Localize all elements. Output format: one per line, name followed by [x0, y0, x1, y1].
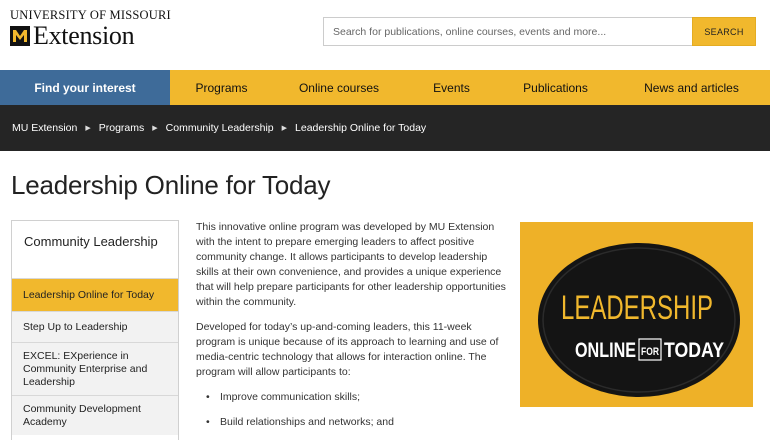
program-paragraph: Developed for today’s up-and-coming lead… — [196, 321, 499, 378]
promo-line-today: TODAY — [664, 339, 724, 362]
promo-line-leadership: LEADERSHIP — [561, 289, 713, 327]
breadcrumb-mu-extension[interactable]: MU Extension — [12, 122, 77, 134]
sidebar-item-leadership-online[interactable]: Leadership Online for Today — [12, 278, 178, 311]
promo-line-for: FOR — [641, 346, 659, 358]
sidebar-item-community-development[interactable]: Community Development Academy — [12, 395, 178, 435]
benefits-list: Improve communication skills; Build rela… — [196, 390, 510, 430]
list-item: Build relationships and networks; and — [196, 415, 510, 430]
main-nav: Find your interest Programs Online cours… — [0, 70, 770, 105]
breadcrumb: MU Extension ▶ Programs ▶ Community Lead… — [0, 105, 770, 151]
list-item: Improve communication skills; — [196, 390, 510, 405]
nav-events[interactable]: Events — [405, 70, 498, 105]
breadcrumb-current-page: Leadership Online for Today — [295, 122, 427, 134]
mu-extension-logo[interactable]: UNIVERSITY OF MISSOURI Extension — [10, 8, 171, 52]
mizzou-m-icon — [10, 26, 30, 46]
leadership-online-promo-image: LEADERSHIP ONLINE FOR TODAY — [520, 222, 753, 407]
nav-programs[interactable]: Programs — [170, 70, 273, 105]
breadcrumb-separator-icon: ▶ — [152, 125, 158, 132]
breadcrumb-separator-icon: ▶ — [85, 125, 91, 132]
nav-publications[interactable]: Publications — [498, 70, 613, 105]
intro-paragraph: This innovative online program was devel… — [196, 221, 506, 308]
site-header: UNIVERSITY OF MISSOURI Extension SEARCH — [0, 0, 770, 70]
search-input[interactable] — [324, 18, 693, 45]
breadcrumb-programs[interactable]: Programs — [99, 122, 145, 134]
promo-line-online: ONLINE — [575, 339, 636, 362]
sidebar-item-step-up[interactable]: Step Up to Leadership — [12, 311, 178, 342]
nav-news-and-articles[interactable]: News and articles — [613, 70, 770, 105]
logo-extension-text: Extension — [33, 21, 135, 50]
nav-online-courses[interactable]: Online courses — [273, 70, 405, 105]
sidebar-nav: Community Leadership Leadership Online f… — [11, 220, 179, 440]
search-box — [323, 17, 693, 46]
search-button[interactable]: SEARCH — [692, 17, 756, 46]
breadcrumb-community-leadership[interactable]: Community Leadership — [166, 122, 274, 134]
sidebar-item-excel[interactable]: EXCEL: EXperience in Community Enterpris… — [12, 342, 178, 395]
main-content: This innovative online program was devel… — [196, 220, 510, 440]
page-title: Leadership Online for Today — [11, 170, 331, 200]
breadcrumb-separator-icon: ▶ — [281, 125, 288, 132]
promo-graphic: LEADERSHIP ONLINE FOR TODAY — [520, 222, 753, 407]
nav-find-your-interest[interactable]: Find your interest — [0, 70, 170, 105]
sidebar-heading[interactable]: Community Leadership — [12, 221, 178, 278]
